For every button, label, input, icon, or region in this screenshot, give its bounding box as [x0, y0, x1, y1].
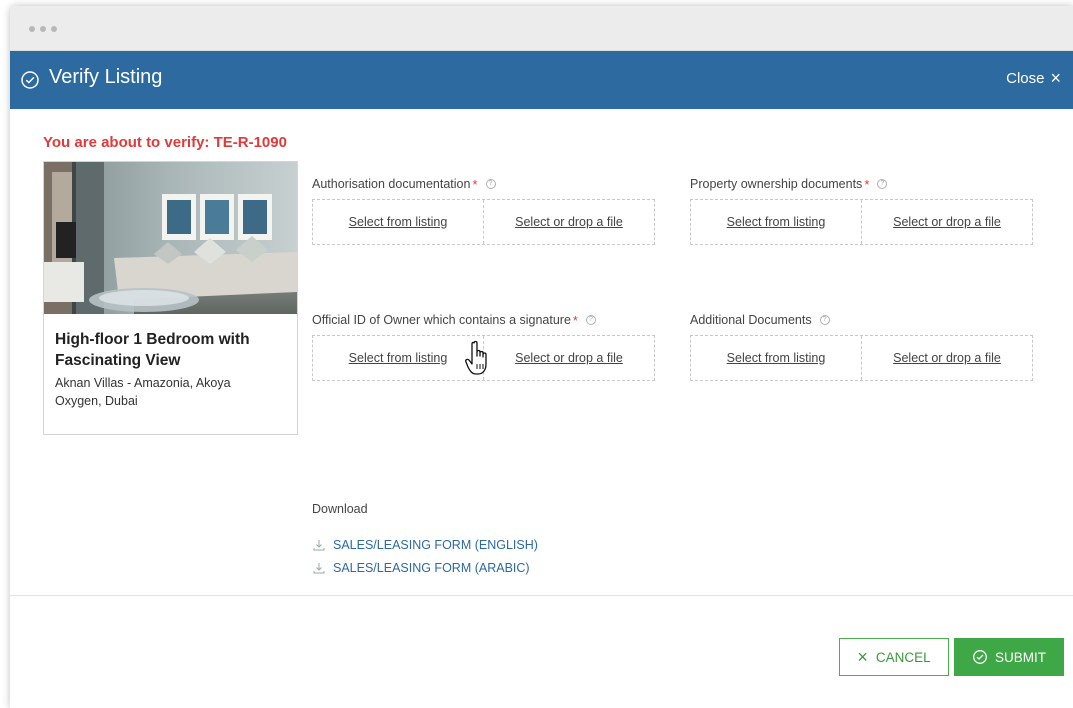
window-dot-icon[interactable] — [51, 26, 57, 32]
listing-address: Aknan Villas - Amazonia, Akoya Oxygen, D… — [55, 376, 231, 408]
file-drop-zone[interactable]: Select from listing Select or drop a fil… — [690, 199, 1033, 245]
help-icon[interactable]: ? — [485, 179, 496, 189]
required-marker: * — [472, 176, 478, 192]
download-icon — [313, 540, 325, 551]
app-window: Verify Listing Close × You are about to … — [10, 6, 1073, 708]
select-file-link[interactable]: Select or drop a file — [861, 200, 1032, 244]
doc-label-text: Official ID of Owner which contains a si… — [312, 313, 571, 327]
doc-label: Additional Documents ? — [690, 311, 1033, 329]
select-from-listing-link[interactable]: Select from listing — [691, 336, 861, 380]
modal-title: Verify Listing — [49, 66, 163, 88]
download-link-label: SALES/LEASING FORM (ARABIC) — [333, 561, 530, 575]
submit-button[interactable]: SUBMIT — [954, 638, 1064, 676]
doc-group-additional: Additional Documents ? Select from listi… — [690, 311, 1033, 381]
download-title: Download — [312, 502, 368, 516]
download-link-arabic[interactable]: SALES/LEASING FORM (ARABIC) — [313, 561, 530, 575]
required-marker: * — [572, 312, 578, 328]
hand-pointer-icon — [465, 340, 487, 375]
window-dot-icon[interactable] — [29, 26, 35, 32]
close-label: Close — [1006, 70, 1045, 87]
verify-notice: You are about to verify: TE-R-1090 — [43, 134, 287, 151]
listing-photo — [44, 162, 297, 314]
window-dot-icon[interactable] — [40, 26, 46, 32]
verify-listing-id: TE-R-1090 — [213, 134, 287, 151]
close-icon: × — [1050, 68, 1061, 88]
select-file-link[interactable]: Select or drop a file — [483, 336, 654, 380]
download-link-english[interactable]: SALES/LEASING FORM (ENGLISH) — [313, 538, 538, 552]
check-circle-icon — [21, 71, 39, 89]
file-drop-zone[interactable]: Select from listing Select or drop a fil… — [312, 199, 655, 245]
doc-label: Official ID of Owner which contains a si… — [312, 311, 655, 329]
verify-prefix: You are about to verify: — [43, 134, 210, 151]
select-file-link[interactable]: Select or drop a file — [861, 336, 1032, 380]
doc-label: Authorisation documentation * ? — [312, 175, 655, 193]
download-link-label: SALES/LEASING FORM (ENGLISH) — [333, 538, 538, 552]
select-from-listing-link[interactable]: Select from listing — [313, 336, 483, 380]
select-from-listing-link[interactable]: Select from listing — [313, 200, 483, 244]
modal-footer: × CANCEL SUBMIT — [10, 595, 1073, 708]
check-circle-icon — [973, 650, 987, 664]
cancel-button[interactable]: × CANCEL — [839, 638, 949, 676]
close-icon: × — [857, 646, 868, 667]
doc-label-text: Property ownership documents — [690, 177, 863, 191]
download-icon — [313, 563, 325, 574]
listing-card: High-floor 1 Bedroom with Fascinating Vi… — [43, 161, 298, 435]
modal-body: You are about to verify: TE-R-1090 High-… — [10, 109, 1073, 639]
select-file-link[interactable]: Select or drop a file — [483, 200, 654, 244]
help-icon[interactable]: ? — [819, 315, 830, 325]
help-icon[interactable]: ? — [877, 179, 888, 189]
doc-label-text: Authorisation documentation — [312, 177, 471, 191]
doc-label-text: Additional Documents — [690, 313, 812, 327]
listing-title: High-floor 1 Bedroom with Fascinating Vi… — [55, 331, 250, 369]
file-drop-zone[interactable]: Select from listing Select or drop a fil… — [690, 335, 1033, 381]
doc-group-ownership: Property ownership documents * ? Select f… — [690, 175, 1033, 245]
select-from-listing-link[interactable]: Select from listing — [691, 200, 861, 244]
help-icon[interactable]: ? — [585, 315, 596, 325]
submit-label: SUBMIT — [994, 649, 1046, 665]
doc-group-authorisation: Authorisation documentation * ? Select fr… — [312, 175, 655, 245]
cancel-label: CANCEL — [875, 649, 931, 665]
required-marker: * — [864, 176, 870, 192]
doc-label: Property ownership documents * ? — [690, 175, 1033, 193]
window-titlebar — [10, 6, 1073, 51]
close-button[interactable]: Close × — [1006, 68, 1061, 88]
modal-header: Verify Listing Close × — [10, 51, 1073, 109]
